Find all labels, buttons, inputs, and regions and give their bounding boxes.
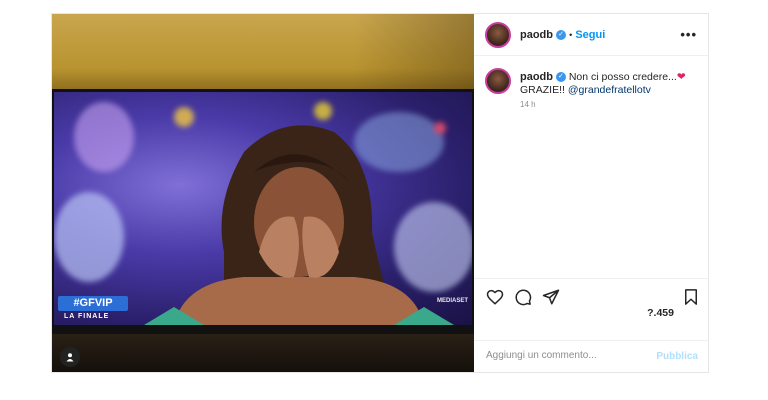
share-icon[interactable] [542,288,560,306]
wall-background [52,14,474,92]
post-sidebar: paodb ✓ • Segui ••• paodb ✓ Non ci posso… [474,14,709,372]
likes-count[interactable]: ?.459 [486,307,674,319]
timestamp[interactable]: 14 h [520,100,536,109]
comment-icon[interactable] [514,288,532,306]
caption-username[interactable]: paodb [520,71,553,83]
caption-avatar[interactable] [485,68,511,94]
tv-stand [52,334,474,372]
verified-badge-icon: ✓ [555,72,566,83]
mention-link[interactable]: @grandefratellotv [568,84,651,96]
tagged-user-icon[interactable] [60,347,80,367]
post-comment-button[interactable]: Pubblica [656,351,698,362]
comment-box: Pubblica [474,340,709,372]
bookmark-icon[interactable] [682,288,700,306]
verified-badge-icon: ✓ [556,30,567,41]
tv-screen: #GFVIP LA FINALE MEDIASET [54,92,472,325]
heart-emoji-icon: ❤ [676,71,686,83]
follow-button[interactable]: Segui [575,29,605,41]
caption-thanks: GRAZIE!! [520,84,565,96]
caption-text: Non ci posso credere... [568,71,677,83]
action-bar [474,278,709,308]
heart-icon[interactable] [486,288,504,306]
crying-woman-image [144,125,454,325]
caption: paodb ✓ Non ci posso credere...❤ GRAZIE!… [520,71,700,97]
username[interactable]: paodb [520,29,553,41]
broadcaster-logo: MEDIASET [436,298,468,304]
avatar[interactable] [485,22,511,48]
instagram-post: #GFVIP LA FINALE MEDIASET paodb ✓ • Segu… [51,13,709,373]
gfvip-logo: #GFVIP [58,296,128,311]
post-header: paodb ✓ • Segui ••• [474,14,709,56]
tv-frame: #GFVIP LA FINALE MEDIASET [52,89,474,334]
comment-input[interactable] [486,350,646,361]
la-finale-label: LA FINALE [64,313,110,320]
post-image[interactable]: #GFVIP LA FINALE MEDIASET [52,14,474,372]
more-dots-icon[interactable]: ••• [680,27,697,42]
separator: • [569,30,573,40]
